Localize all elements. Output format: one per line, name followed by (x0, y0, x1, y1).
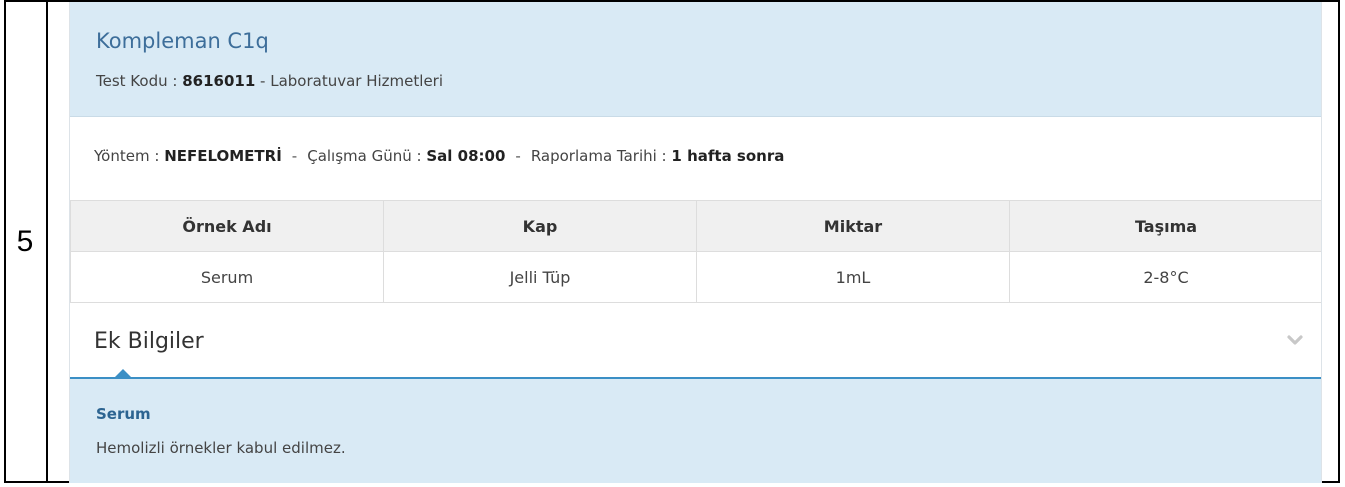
info-separator: - (515, 147, 521, 165)
work-day-label: Çalışma Günü : (307, 147, 422, 165)
table-header-row: Örnek Adı Kap Miktar Taşıma (70, 200, 1321, 252)
test-name[interactable]: Kompleman C1q (96, 29, 269, 53)
extra-info-title: Ek Bilgiler (94, 329, 204, 354)
extra-info-toggle[interactable]: Ek Bilgiler (70, 304, 1321, 379)
report-date-value: 1 hafta sonra (671, 147, 785, 165)
cell-amount: 1mL (696, 251, 1010, 303)
test-code-value: 8616011 (182, 72, 256, 90)
test-code-label: Test Kodu : (96, 72, 178, 90)
column-header-sample-name: Örnek Adı (70, 200, 384, 252)
cell-container: Jelli Tüp (383, 251, 697, 303)
active-indicator-arrow (115, 369, 131, 377)
work-day-value: Sal 08:00 (426, 147, 506, 165)
test-code-line: Test Kodu : 8616011 - Laboratuvar Hizmet… (96, 72, 443, 90)
chevron-down-icon[interactable] (1287, 334, 1303, 346)
specimen-table: Örnek Adı Kap Miktar Taşıma Serum Jelli … (70, 200, 1321, 303)
info-separator: - (291, 147, 298, 165)
test-card: Kompleman C1q Test Kodu : 8616011 - Labo… (69, 2, 1322, 483)
report-date-label: Raporlama Tarihi : (530, 147, 667, 165)
column-header-amount: Miktar (696, 200, 1010, 252)
extra-info-section-title: Serum (96, 405, 151, 423)
method-label: Yöntem : (94, 147, 160, 165)
column-header-container: Kap (383, 200, 697, 252)
cell-sample-name: Serum (70, 251, 384, 303)
column-header-transport: Taşıma (1009, 200, 1321, 252)
extra-info-panel: Serum Hemolizli örnekler kabul edilmez. (70, 379, 1321, 483)
row-number: 5 (4, 0, 48, 483)
test-department: Laboratuvar Hizmetleri (270, 72, 444, 90)
test-code-separator: - (255, 72, 271, 90)
test-header: Kompleman C1q Test Kodu : 8616011 - Labo… (70, 2, 1321, 117)
table-row: Serum Jelli Tüp 1mL 2-8°C (70, 251, 1321, 303)
extra-info-section-text: Hemolizli örnekler kabul edilmez. (96, 439, 346, 457)
method-value: NEFELOMETRİ (164, 147, 282, 165)
cell-transport: 2-8°C (1009, 251, 1321, 303)
test-info-line: Yöntem : NEFELOMETRİ - Çalışma Günü : Sal … (94, 147, 784, 165)
